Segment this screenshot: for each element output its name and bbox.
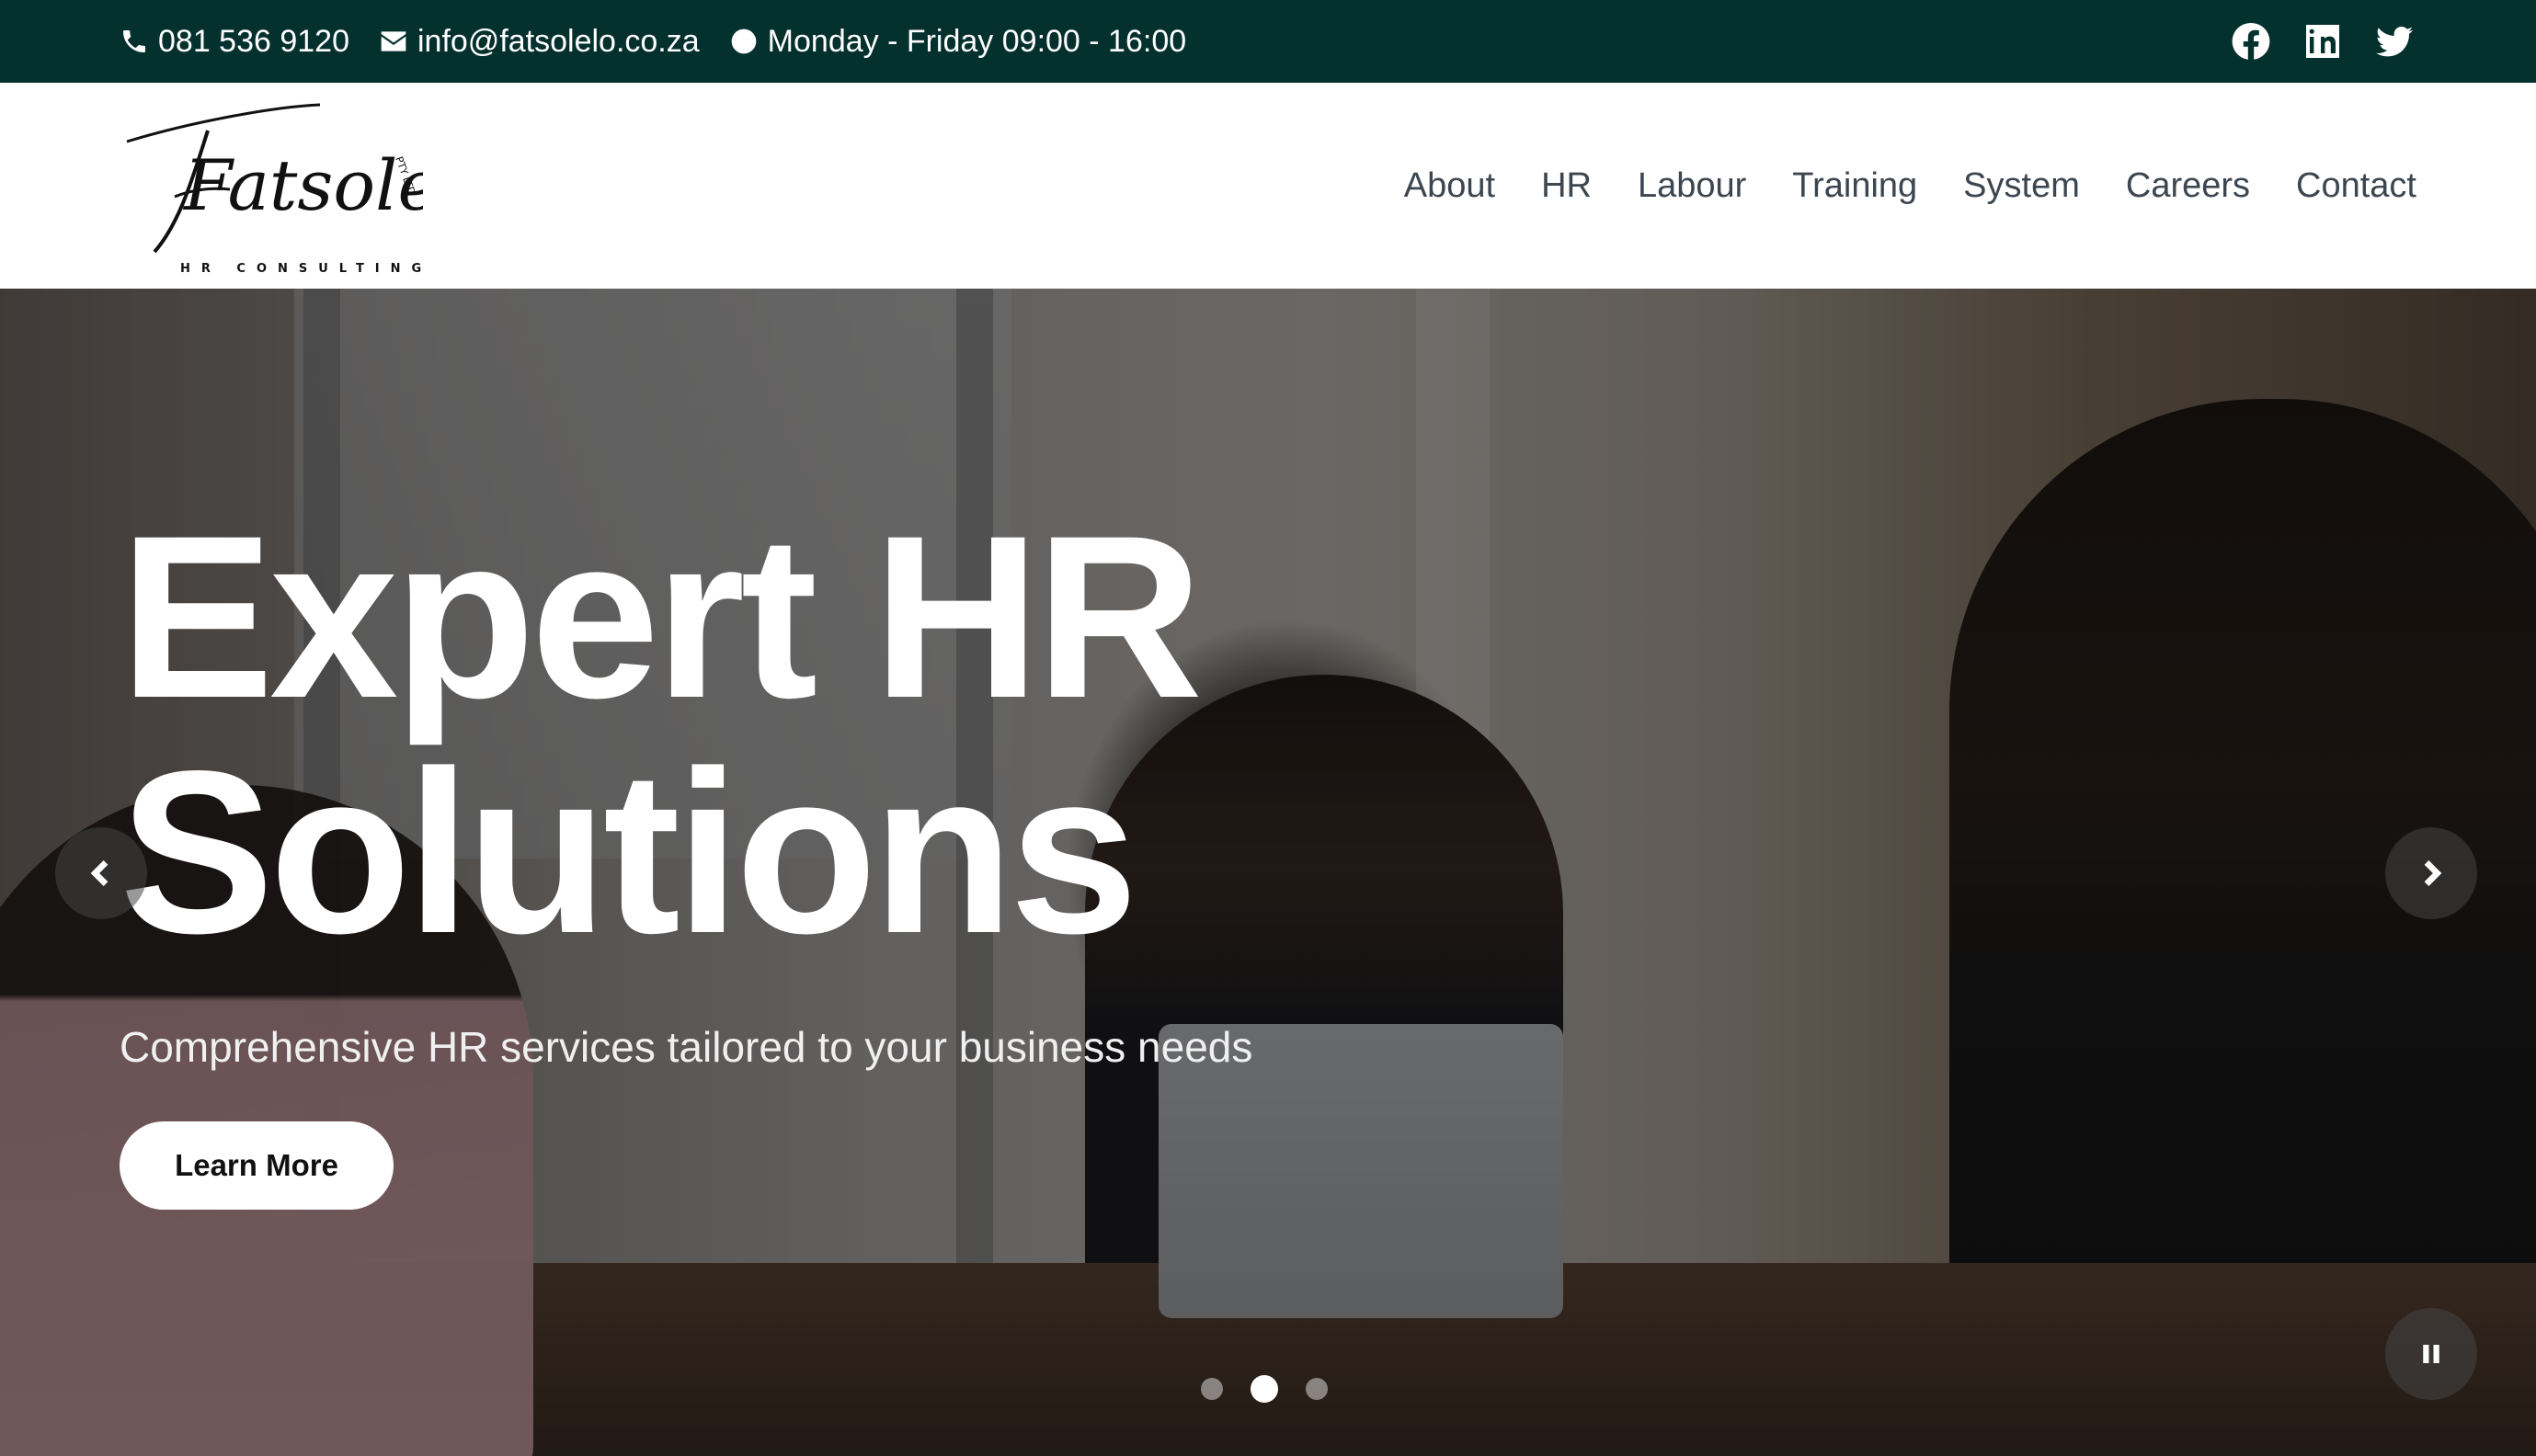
contact-email[interactable]: info@fatsolelo.co.za xyxy=(379,24,700,60)
email-address: info@fatsolelo.co.za xyxy=(417,23,700,59)
hero-title: Expert HR Solutions xyxy=(120,500,1407,971)
carousel-next-button[interactable] xyxy=(2385,827,2477,919)
nav-contact[interactable]: Contact xyxy=(2296,166,2416,206)
carousel-dot[interactable] xyxy=(1201,1378,1223,1400)
business-hours: Monday - Friday 09:00 - 16:00 xyxy=(767,23,1187,59)
carousel-dot[interactable] xyxy=(1251,1375,1278,1403)
contact-hours: Monday - Friday 09:00 - 16:00 xyxy=(729,24,1186,60)
hero-carousel: Expert HR Solutions Comprehensive HR ser… xyxy=(0,289,2536,1456)
main-nav: About HR Labour Training System Careers … xyxy=(1404,166,2416,206)
logo-wordmark: Fatsolelo xyxy=(182,144,423,226)
linkedin-link[interactable] xyxy=(2301,19,2345,63)
nav-labour[interactable]: Labour xyxy=(1638,166,1746,206)
nav-careers[interactable]: Careers xyxy=(2126,166,2250,206)
carousel-pause-button[interactable] xyxy=(2385,1308,2477,1400)
facebook-icon xyxy=(2232,22,2270,60)
logo-tagline: HR CONSULTING xyxy=(180,262,423,276)
nav-hr[interactable]: HR xyxy=(1541,166,1592,206)
chevron-left-icon xyxy=(90,859,109,887)
clock-icon xyxy=(731,28,757,54)
linkedin-icon xyxy=(2306,25,2339,58)
phone-icon xyxy=(123,30,145,52)
nav-system[interactable]: System xyxy=(1963,166,2080,206)
twitter-icon xyxy=(2376,26,2413,57)
carousel-prev-button[interactable] xyxy=(55,827,147,919)
contact-phone[interactable]: 081 536 9120 xyxy=(120,24,349,60)
hero-title-line1: Expert HR xyxy=(120,488,1203,746)
envelope-icon xyxy=(381,31,406,51)
hero-subtitle: Comprehensive HR services tailored to yo… xyxy=(120,1023,1253,1071)
facebook-link[interactable] xyxy=(2229,19,2273,63)
nav-training[interactable]: Training xyxy=(1792,166,1917,206)
top-contact-bar: 081 536 9120 info@fatsolelo.co.za Monday… xyxy=(0,0,2536,83)
carousel-indicators xyxy=(1201,1375,1328,1403)
hero-content: Expert HR Solutions Comprehensive HR ser… xyxy=(120,500,1407,1210)
carousel-dot[interactable] xyxy=(1306,1378,1328,1400)
site-header: Fatsolelo PTY LTD HR CONSULTING About HR… xyxy=(0,83,2536,289)
learn-more-button[interactable]: Learn More xyxy=(120,1121,394,1210)
contact-list: 081 536 9120 info@fatsolelo.co.za Monday… xyxy=(120,24,1186,60)
brand-logo[interactable]: Fatsolelo PTY LTD HR CONSULTING xyxy=(120,94,423,278)
twitter-link[interactable] xyxy=(2372,19,2416,63)
nav-about[interactable]: About xyxy=(1404,166,1495,206)
phone-number: 081 536 9120 xyxy=(158,23,349,59)
pause-icon xyxy=(2423,1345,2439,1363)
logo-graphic: Fatsolelo PTY LTD HR CONSULTING xyxy=(126,103,423,276)
social-links xyxy=(2229,19,2416,63)
chevron-right-icon xyxy=(2424,859,2442,887)
hero-title-line2: Solutions xyxy=(120,723,1138,982)
